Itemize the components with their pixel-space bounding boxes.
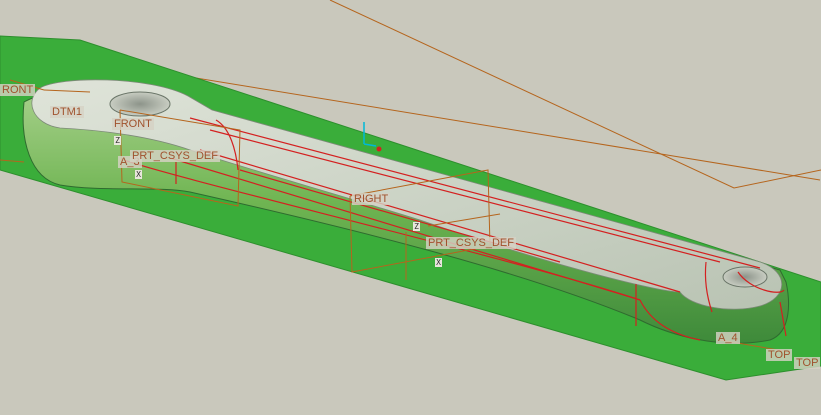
csys-label-prt-csys-def-2[interactable]: PRT_CSYS_DEF — [426, 237, 516, 249]
model-canvas[interactable] — [0, 0, 821, 415]
csys-axis-x-tag-1: X — [135, 170, 142, 179]
axis-label-a4[interactable]: A_4 — [716, 332, 740, 344]
csys-label-prt-csys-def-1[interactable]: PRT_CSYS_DEF — [130, 150, 220, 162]
csys-axis-x-tag-2: X — [435, 258, 442, 267]
csys-axis-z-tag-2: Z — [413, 222, 420, 231]
datum-label-top-1[interactable]: TOP — [766, 349, 793, 361]
datum-label-front-left[interactable]: RONT — [0, 84, 36, 96]
datum-label-dtm1[interactable]: DTM1 — [50, 106, 84, 118]
datum-label-top-2[interactable]: TOP — [794, 357, 821, 369]
left-hole — [109, 91, 171, 117]
datum-label-front[interactable]: FRONT — [112, 118, 154, 130]
datum-label-right[interactable]: RIGHT — [352, 193, 391, 205]
model-graphics-window[interactable]: RONT DTM1 FRONT A_3 PRT_CSYS_DEF RIGHT P… — [0, 0, 821, 415]
right-hole — [722, 266, 768, 288]
csys-axis-z-tag-1: Z — [114, 136, 121, 145]
